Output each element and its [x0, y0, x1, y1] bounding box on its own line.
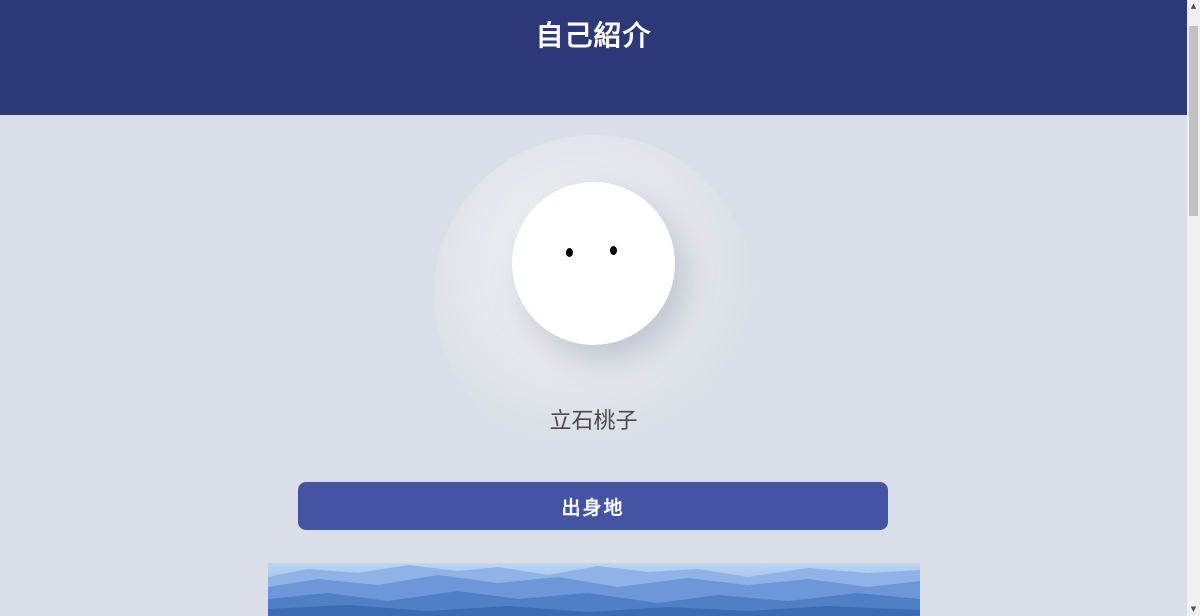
scroll-down-icon[interactable]: ▼ — [1187, 603, 1200, 616]
profile-name: 立石桃子 — [549, 409, 638, 434]
hometown-photo — [268, 563, 920, 616]
scrollbar-thumb[interactable] — [1189, 26, 1198, 216]
page-title: 自己紹介 — [535, 19, 652, 52]
page-header: 自己紹介 — [0, 0, 1187, 115]
vertical-scrollbar[interactable]: ▲ ▼ — [1187, 0, 1200, 616]
hometown-section-button[interactable]: 出身地 — [298, 482, 888, 530]
scroll-up-icon[interactable]: ▲ — [1187, 0, 1200, 13]
avatar — [512, 182, 675, 345]
left-eye-icon — [566, 248, 573, 257]
main-content: 立石桃子 出身地 — [0, 115, 1187, 616]
mountain-landscape-icon — [268, 565, 920, 616]
right-eye-icon — [610, 246, 617, 255]
